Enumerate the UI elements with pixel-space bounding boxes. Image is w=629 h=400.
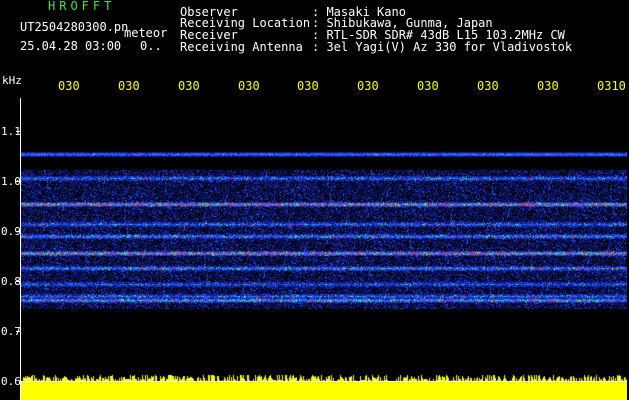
freq-tick-mark [16, 181, 20, 182]
freq-tick-mark [16, 331, 20, 332]
time-tick-label: 030 [477, 79, 499, 93]
freq-tick-mark [16, 281, 20, 282]
time-tick-label: 030 [417, 79, 439, 93]
hrofft-window: HROFFT UT2504280300.pn meteor 25.04.28 0… [0, 0, 629, 400]
datetime-label: 25.04.28 03:00 [20, 39, 122, 53]
spectrogram-plot [20, 98, 627, 370]
time-tick-label: 030 [357, 79, 379, 93]
time-tick-label: 030 [297, 79, 319, 93]
freq-tick-label: 1.0 [1, 175, 21, 188]
filename-label: UT2504280300.pn [20, 20, 129, 34]
y-axis-line [20, 98, 21, 398]
counter-label: 0.. [140, 39, 162, 53]
freq-tick-label: 1.1 [1, 125, 21, 138]
time-tick-label: 030 [118, 79, 140, 93]
field-antenna-label: Receiving Antenna [180, 40, 303, 54]
meteor-label: meteor [124, 26, 168, 40]
freq-tick-mark [16, 131, 20, 132]
freq-tick-mark [16, 231, 20, 232]
time-tick-label: 0310 [597, 79, 626, 93]
time-axis: 030 030 030 030 030 030 030 030 030 0310 [0, 76, 629, 98]
time-tick-label: 030 [238, 79, 260, 93]
freq-tick-label: 0.8 [1, 275, 21, 288]
freq-tick-label: 0.9 [1, 225, 21, 238]
signal-power-band [20, 372, 627, 400]
baseline-marker [20, 381, 627, 382]
brand-title: HROFFT [48, 0, 116, 13]
time-tick-label: 030 [537, 79, 559, 93]
freq-tick-label: 0.6 [1, 375, 21, 388]
time-tick-label: 030 [178, 79, 200, 93]
freq-tick-label: 0.7 [1, 325, 21, 338]
time-tick-label: 030 [58, 79, 80, 93]
field-antenna-value: : 3el Yagi(V) Az 330 for Vladivostok [312, 40, 573, 54]
